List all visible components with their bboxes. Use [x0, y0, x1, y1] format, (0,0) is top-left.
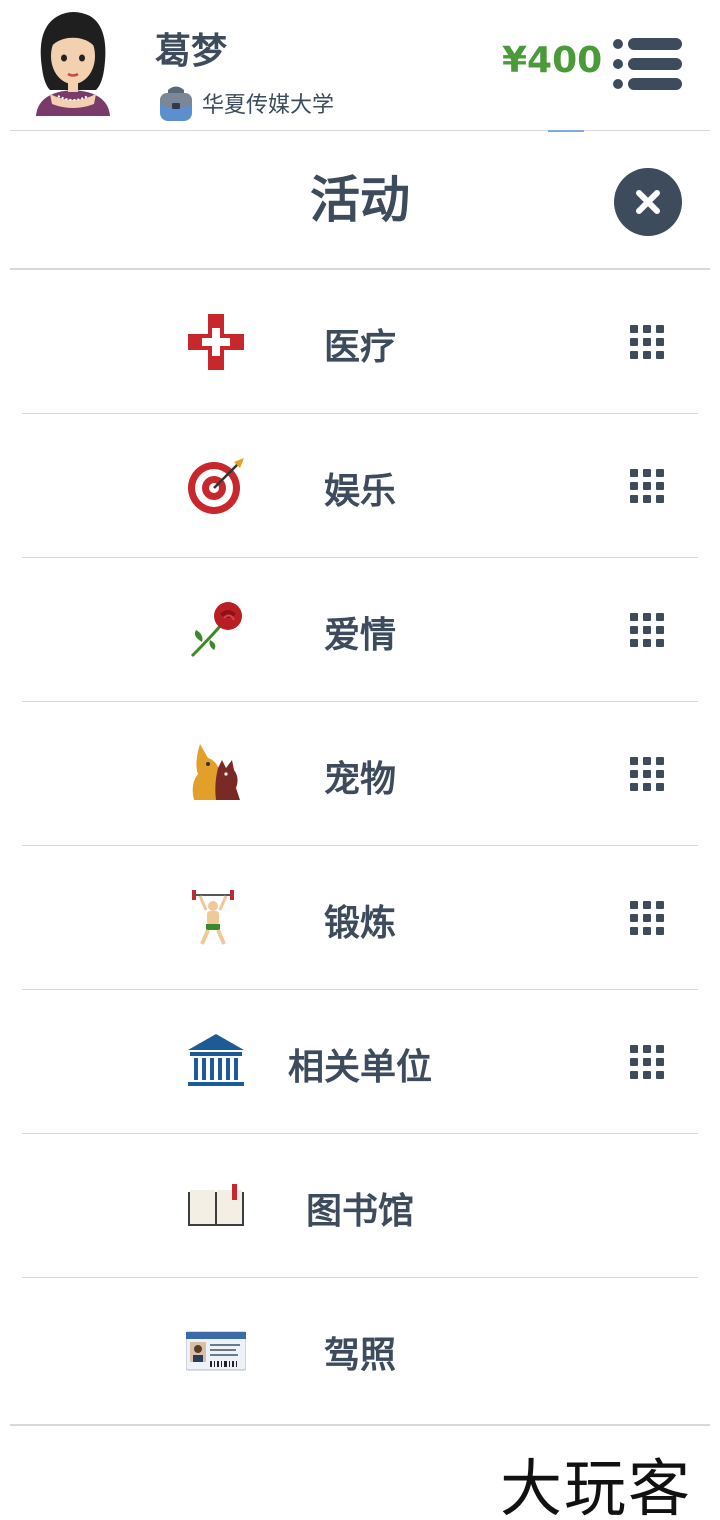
divider	[10, 130, 710, 131]
list-item-label: 宠物	[323, 759, 396, 800]
list-item-label: 驾照	[323, 1335, 396, 1376]
avatar[interactable]	[28, 8, 118, 118]
divider	[10, 1424, 710, 1426]
activity-list: 医疗 娱乐 爱情 宠物 锻炼 相关单位 图书馆 驾照	[22, 270, 698, 1422]
list-item-label: 锻炼	[323, 903, 396, 944]
money-balance: ¥400	[502, 40, 603, 81]
dialog-title: 活动	[310, 171, 410, 229]
list-item-medical[interactable]: 医疗	[22, 270, 698, 414]
school-bag-icon	[158, 84, 194, 122]
school-info: 华夏传媒大学	[158, 84, 334, 122]
list-item-label: 医疗	[323, 327, 396, 368]
list-item-label: 爱情	[323, 615, 396, 656]
list-item-label: 相关单位	[287, 1047, 432, 1088]
hamburger-menu-icon	[613, 38, 682, 90]
list-item-drivers-license[interactable]: 驾照	[22, 1278, 698, 1422]
list-item-pets[interactable]: 宠物	[22, 702, 698, 846]
grid-icon[interactable]	[630, 901, 664, 935]
watermark-text: 大玩客	[500, 1452, 693, 1520]
list-item-love[interactable]: 爱情	[22, 558, 698, 702]
header: 葛梦 华夏传媒大学 ¥400	[0, 0, 720, 132]
grid-icon[interactable]	[630, 1045, 664, 1079]
grid-icon[interactable]	[630, 325, 664, 359]
user-name: 葛梦	[155, 31, 228, 72]
list-item-library[interactable]: 图书馆	[22, 1134, 698, 1278]
list-item-exercise[interactable]: 锻炼	[22, 846, 698, 990]
list-item-label: 娱乐	[323, 471, 396, 512]
list-item-institutions[interactable]: 相关单位	[22, 990, 698, 1134]
grid-icon[interactable]	[630, 469, 664, 503]
grid-icon[interactable]	[630, 757, 664, 791]
list-item-label: 图书馆	[305, 1191, 414, 1232]
grid-icon[interactable]	[630, 613, 664, 647]
close-icon	[636, 190, 660, 214]
menu-button[interactable]	[612, 36, 684, 92]
divider-accent	[548, 130, 584, 132]
list-item-entertainment[interactable]: 娱乐	[22, 414, 698, 558]
close-button[interactable]	[614, 168, 682, 236]
school-name: 华夏传媒大学	[202, 93, 335, 118]
